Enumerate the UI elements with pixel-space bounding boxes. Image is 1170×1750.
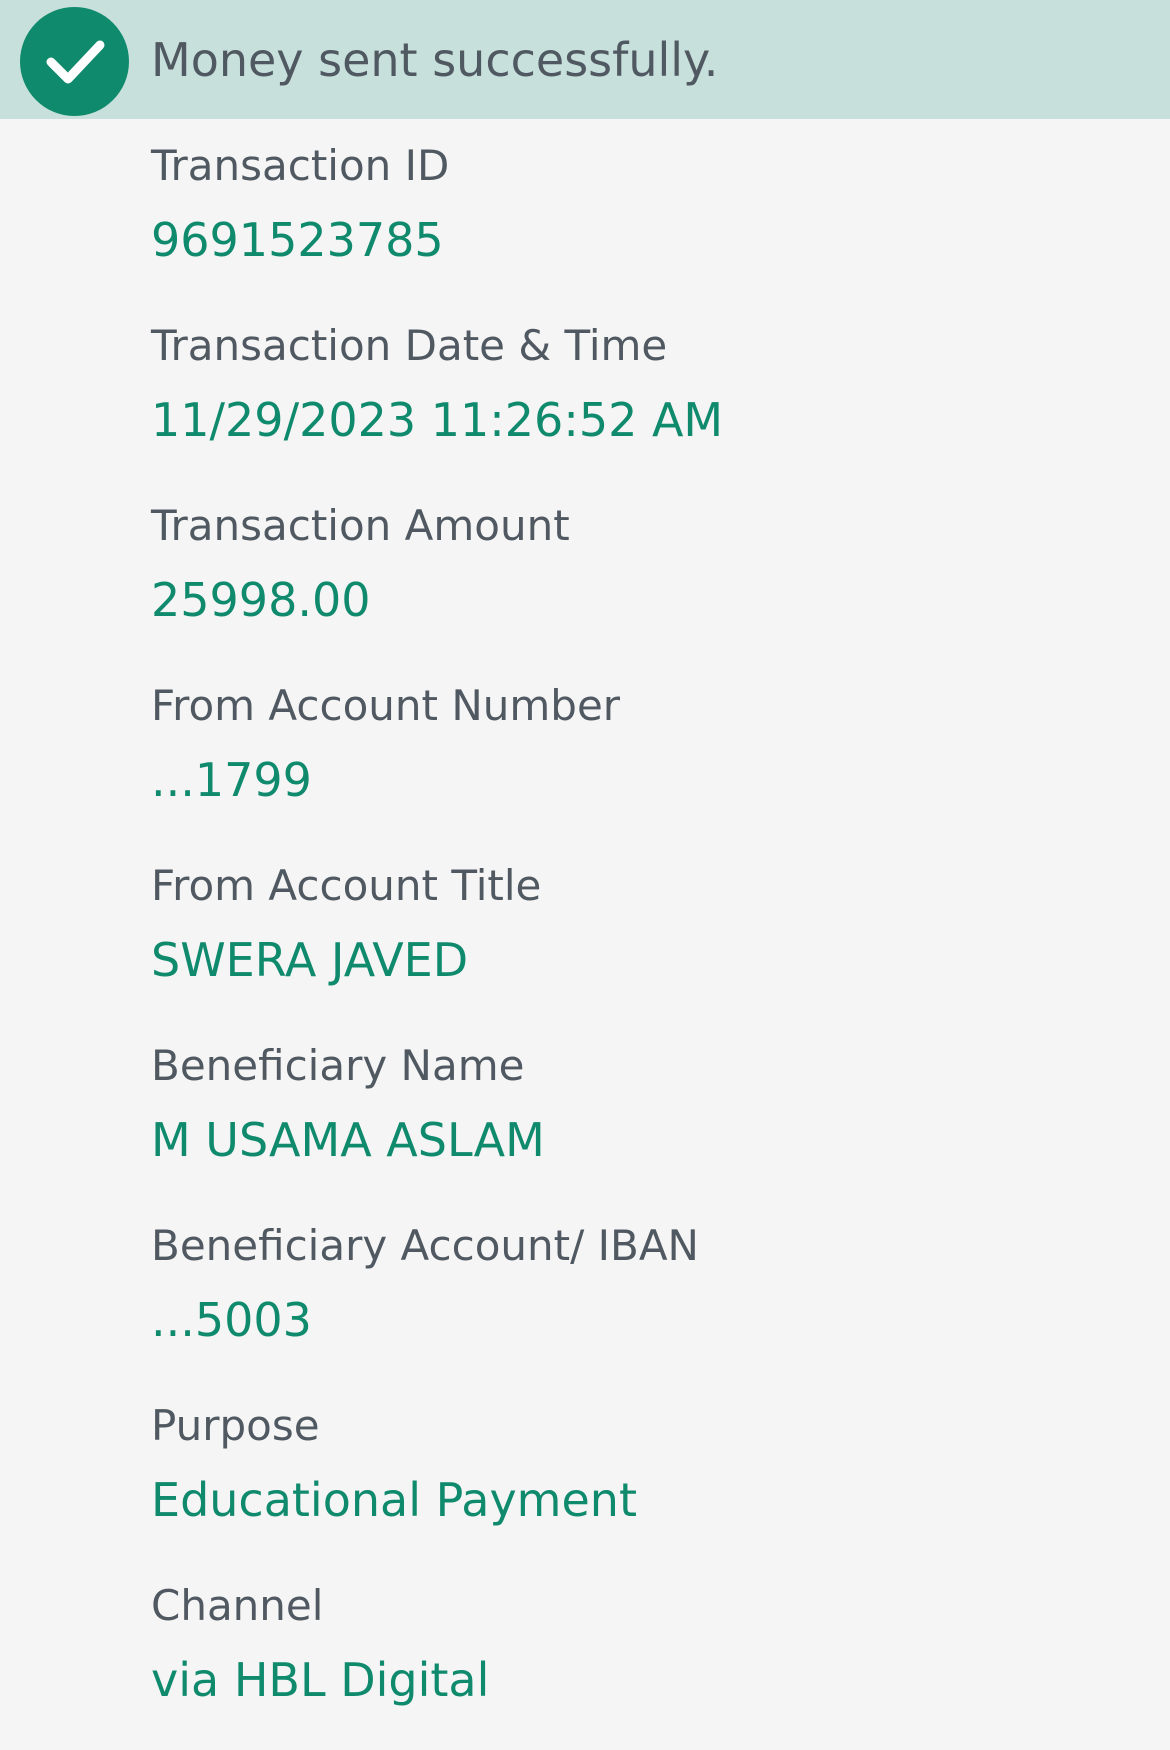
detail-row-from-account-number: From Account Number ...1799 <box>151 670 1151 850</box>
detail-row-beneficiary-name: Beneficiary Name M USAMA ASLAM <box>151 1030 1151 1210</box>
detail-label: Channel <box>151 1581 324 1630</box>
detail-row-date-time: Transaction Date & Time 11/29/2023 11:26… <box>151 310 1151 490</box>
detail-value: ...1799 <box>151 753 312 807</box>
detail-label: Transaction Date & Time <box>151 321 668 370</box>
detail-value: SWERA JAVED <box>151 933 469 987</box>
detail-value: M USAMA ASLAM <box>151 1113 545 1167</box>
detail-label: From Account Title <box>151 861 542 910</box>
detail-row-from-account-title: From Account Title SWERA JAVED <box>151 850 1151 1030</box>
detail-label: Transaction Amount <box>151 501 570 550</box>
detail-label: Transaction ID <box>151 141 450 190</box>
detail-row-purpose: Purpose Educational Payment <box>151 1390 1151 1570</box>
detail-label: From Account Number <box>151 681 621 730</box>
check-circle-icon <box>20 7 129 116</box>
detail-label: Beneficiary Name <box>151 1041 525 1090</box>
detail-label: Purpose <box>151 1401 320 1450</box>
detail-value: Educational Payment <box>151 1473 637 1527</box>
detail-value: via HBL Digital <box>151 1653 490 1707</box>
detail-row-channel: Channel via HBL Digital <box>151 1570 1151 1750</box>
detail-value: ...5003 <box>151 1293 312 1347</box>
detail-value: 11/29/2023 11:26:52 AM <box>151 393 724 447</box>
detail-row-beneficiary-account: Beneficiary Account/ IBAN ...5003 <box>151 1210 1151 1390</box>
detail-value: 25998.00 <box>151 573 371 627</box>
success-banner: Money sent successfully. <box>0 0 1170 119</box>
success-message: Money sent successfully. <box>151 33 719 87</box>
transaction-details: Transaction ID 9691523785 Transaction Da… <box>151 130 1151 1750</box>
detail-value: 9691523785 <box>151 213 444 267</box>
detail-label: Beneficiary Account/ IBAN <box>151 1221 699 1270</box>
detail-row-transaction-id: Transaction ID 9691523785 <box>151 130 1151 310</box>
detail-row-amount: Transaction Amount 25998.00 <box>151 490 1151 670</box>
